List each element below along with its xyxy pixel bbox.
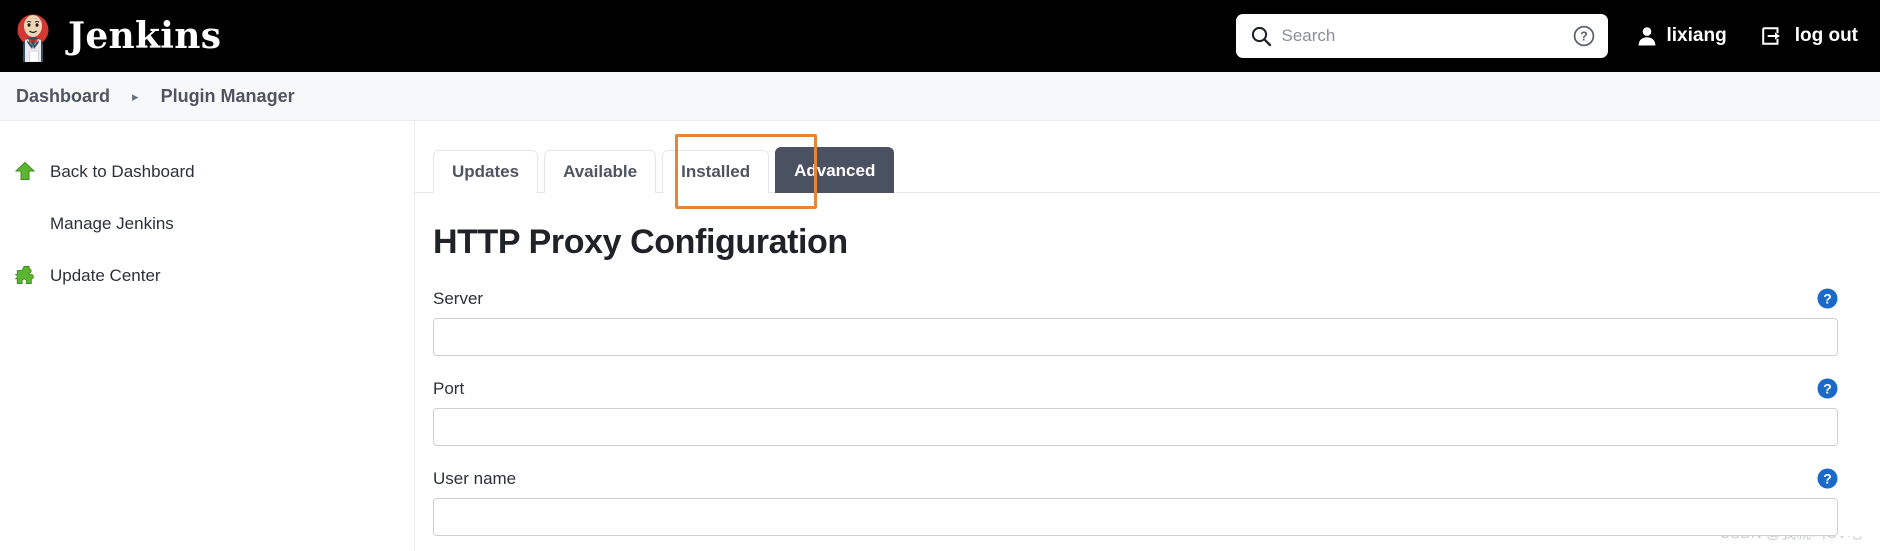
brand-title: Jenkins bbox=[68, 15, 222, 57]
user-name-input[interactable] bbox=[433, 498, 1838, 536]
field-server: Server ? bbox=[433, 288, 1838, 356]
advanced-panel: HTTP Proxy Configuration Server ? Port ?… bbox=[415, 192, 1880, 536]
svg-text:?: ? bbox=[1580, 30, 1588, 44]
field-header: Server ? bbox=[433, 288, 1838, 309]
breadcrumb-item-plugin-manager[interactable]: Plugin Manager bbox=[153, 86, 303, 107]
field-label: Port bbox=[433, 379, 465, 398]
svg-text:?: ? bbox=[1823, 290, 1832, 306]
blue-question-help-icon: ? bbox=[1817, 378, 1838, 399]
field-user-name: User name ? bbox=[433, 468, 1838, 536]
green-up-arrow-icon bbox=[14, 161, 36, 180]
header-right-group: ? lixiang log out bbox=[1235, 14, 1858, 58]
breadcrumb: Dashboard ▸ Plugin Manager bbox=[0, 72, 1880, 121]
field-label: User name bbox=[433, 469, 517, 488]
page-title: HTTP Proxy Configuration bbox=[433, 223, 848, 261]
blue-question-help-icon: ? bbox=[1817, 288, 1838, 309]
jenkins-home-link[interactable]: Jenkins bbox=[10, 10, 221, 62]
sidebar-item-manage-jenkins[interactable]: Manage Jenkins bbox=[0, 201, 414, 245]
person-icon bbox=[1638, 27, 1655, 46]
sidebar: Back to Dashboard Manage Jenkins Update … bbox=[0, 121, 415, 551]
field-label: Server bbox=[433, 289, 484, 308]
sidebar-item-label: Manage Jenkins bbox=[50, 213, 174, 233]
user-name-label: lixiang bbox=[1666, 25, 1727, 46]
breadcrumb-separator-icon: ▸ bbox=[132, 88, 139, 104]
sidebar-item-label: Back to Dashboard bbox=[50, 161, 195, 181]
search-input[interactable] bbox=[1281, 26, 1562, 46]
field-header: User name ? bbox=[433, 468, 1838, 489]
field-header: Port ? bbox=[433, 378, 1838, 399]
tab-updates[interactable]: Updates bbox=[433, 150, 539, 193]
logout-label: log out bbox=[1794, 25, 1858, 46]
svg-text:?: ? bbox=[1823, 470, 1832, 486]
green-puzzle-piece-icon bbox=[14, 266, 34, 284]
page-body: Back to Dashboard Manage Jenkins Update … bbox=[0, 121, 1880, 551]
port-input[interactable] bbox=[433, 408, 1838, 446]
plugin-manager-tabs: Updates Available Installed Advanced bbox=[415, 147, 1880, 193]
svg-text:?: ? bbox=[1823, 380, 1832, 396]
logout-link[interactable]: log out bbox=[1761, 25, 1858, 47]
tab-available[interactable]: Available bbox=[544, 150, 657, 193]
search-icon bbox=[1251, 26, 1271, 47]
sidebar-item-label: Update Center bbox=[50, 265, 161, 285]
server-input[interactable] bbox=[433, 318, 1838, 356]
main-content: Updates Available Installed Advanced HTT… bbox=[415, 121, 1880, 551]
tab-installed[interactable]: Installed bbox=[662, 150, 770, 193]
search-box[interactable]: ? bbox=[1235, 14, 1608, 58]
help-icon-server[interactable]: ? bbox=[1817, 288, 1838, 309]
breadcrumb-item-dashboard[interactable]: Dashboard bbox=[8, 86, 118, 107]
help-icon-user-name[interactable]: ? bbox=[1817, 468, 1838, 489]
field-port: Port ? bbox=[433, 378, 1838, 446]
logout-arrow-icon bbox=[1761, 27, 1780, 45]
search-help-icon[interactable]: ? bbox=[1572, 24, 1596, 48]
sidebar-item-update-center[interactable]: Update Center bbox=[0, 253, 414, 297]
sidebar-item-back-to-dashboard[interactable]: Back to Dashboard bbox=[0, 149, 414, 193]
blue-question-help-icon: ? bbox=[1817, 468, 1838, 489]
jenkins-butler-logo-icon bbox=[17, 14, 49, 62]
user-menu-link[interactable]: lixiang bbox=[1636, 25, 1727, 47]
app-header: Jenkins ? lixiang bbox=[0, 0, 1880, 72]
tab-advanced[interactable]: Advanced bbox=[775, 147, 895, 193]
help-icon-port[interactable]: ? bbox=[1817, 378, 1838, 399]
